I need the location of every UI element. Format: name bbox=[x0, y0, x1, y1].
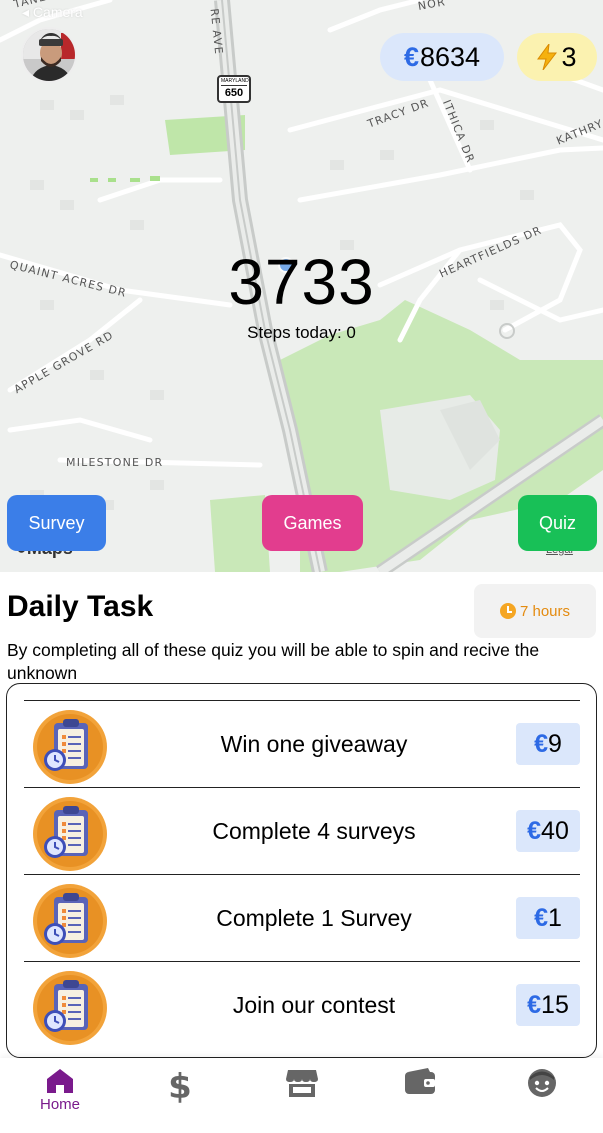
task-row[interactable]: Win one giveaway €9 bbox=[24, 700, 580, 787]
nav-wallet[interactable] bbox=[380, 1068, 460, 1124]
games-button[interactable]: Games bbox=[262, 495, 363, 551]
dollar-icon: $ bbox=[168, 1068, 192, 1104]
task-row[interactable]: Complete 4 surveys €40 bbox=[24, 787, 580, 874]
energy-value: 3 bbox=[561, 41, 577, 72]
task-row[interactable]: Join our contest €15 bbox=[24, 961, 580, 1048]
task-icon bbox=[30, 970, 110, 1046]
map-view[interactable]: ◂ Camera QUAINT ACRES DR APPLE GROVE RD … bbox=[0, 0, 603, 572]
task-reward: €40 bbox=[516, 810, 580, 852]
currency-symbol: € bbox=[534, 903, 548, 932]
home-icon bbox=[47, 1069, 73, 1093]
nav-earn[interactable]: $ bbox=[140, 1068, 220, 1124]
balance-badge[interactable]: € 8634 bbox=[380, 33, 504, 81]
task-icon bbox=[30, 883, 110, 959]
clipboard-clock-icon bbox=[33, 884, 107, 958]
clipboard-clock-icon bbox=[33, 971, 107, 1045]
total-steps: 3733 bbox=[228, 246, 375, 318]
energy-badge[interactable]: 3 bbox=[517, 33, 597, 81]
task-reward: €9 bbox=[516, 723, 580, 765]
task-label: Join our contest bbox=[232, 992, 396, 1018]
timer-value: 7 hours bbox=[519, 602, 571, 620]
task-icon bbox=[30, 796, 110, 872]
steps-today-label: Steps today: 0 bbox=[247, 323, 356, 342]
nav-home-label: Home bbox=[39, 1096, 80, 1113]
wallet-icon bbox=[405, 1068, 435, 1094]
lightning-icon bbox=[537, 44, 558, 70]
balance-value: 8634 bbox=[419, 41, 481, 72]
currency-symbol: € bbox=[527, 990, 542, 1019]
survey-button[interactable]: Survey bbox=[7, 495, 106, 551]
svg-text:$: $ bbox=[168, 1068, 192, 1104]
currency-symbol: € bbox=[403, 41, 419, 72]
avatar[interactable] bbox=[21, 27, 77, 83]
task-label: Win one giveaway bbox=[220, 731, 408, 757]
task-list: Win one giveaway €9 Complete 4 surveys €40 C… bbox=[6, 683, 597, 1058]
task-icon bbox=[30, 709, 110, 785]
timer-chip: 7 hours bbox=[474, 584, 596, 638]
clipboard-clock-icon bbox=[33, 710, 107, 784]
route-shield-state: MARYLAND bbox=[221, 78, 249, 86]
profile-face-icon bbox=[528, 1069, 556, 1097]
route-shield-number: 650 bbox=[224, 87, 244, 99]
clipboard-clock-icon bbox=[33, 797, 107, 871]
daily-task-description: By completing all of these quiz you will… bbox=[7, 640, 540, 683]
currency-symbol: € bbox=[534, 729, 548, 758]
bottom-nav: Home $ bbox=[0, 1058, 603, 1133]
store-icon bbox=[286, 1070, 318, 1097]
reward-value: 9 bbox=[548, 729, 562, 758]
reward-value: 40 bbox=[541, 816, 569, 845]
quiz-button[interactable]: Quiz bbox=[518, 495, 597, 551]
route-shield: MARYLAND 650 bbox=[217, 75, 251, 103]
task-label: Complete 1 Survey bbox=[216, 905, 412, 931]
clock-icon bbox=[499, 603, 516, 619]
road-label: MILESTONE DR bbox=[66, 456, 164, 469]
currency-symbol: € bbox=[527, 816, 542, 845]
task-reward: €15 bbox=[516, 984, 580, 1026]
daily-task-title: Daily Task bbox=[7, 590, 154, 623]
nav-store[interactable] bbox=[262, 1068, 342, 1124]
reward-value: 1 bbox=[548, 903, 562, 932]
nav-profile[interactable] bbox=[502, 1068, 582, 1124]
nav-home[interactable]: Home bbox=[20, 1068, 100, 1124]
task-row[interactable]: Complete 1 Survey €1 bbox=[24, 874, 580, 961]
reward-value: 15 bbox=[541, 990, 569, 1019]
task-label: Complete 4 surveys bbox=[212, 818, 416, 844]
task-reward: €1 bbox=[516, 897, 580, 939]
